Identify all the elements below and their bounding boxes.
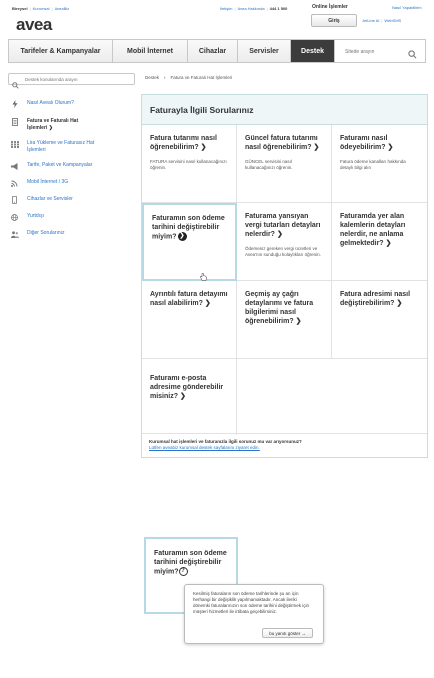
search-icon[interactable] (408, 46, 417, 64)
globe-icon (10, 213, 19, 221)
nav-servisler[interactable]: Servisler (238, 40, 291, 62)
faq-item[interactable]: Fatura tutarımı nasıl öğrenebilirim? ❯ FA… (142, 125, 237, 203)
document-icon (10, 118, 19, 126)
chevron-right-icon: ❯ (204, 300, 211, 307)
link-websms[interactable]: WebSMS (384, 18, 401, 23)
sidebar-item-diger[interactable]: Diğer Sorularınız (10, 230, 138, 238)
faq-item[interactable]: Ayrıntılı fatura detayımı nasıl alabilir… (142, 281, 237, 359)
link-iletisim[interactable]: İletişim (220, 6, 232, 11)
tooltip-text: Kesilmiş faturaların son ödeme tarihleri… (193, 591, 310, 614)
people-icon (10, 230, 19, 238)
signal-icon (10, 179, 19, 187)
phone-number: 444 1 500 (269, 6, 288, 11)
faq-item[interactable]: Fatura adresimi nasıl değiştirebilirim? ❯ (332, 281, 427, 359)
breadcrumb-destek[interactable]: Destek (145, 75, 159, 80)
show-answer-button[interactable]: bu yanıtı göster → (262, 628, 313, 638)
nav-cihazlar[interactable]: Cihazlar (188, 40, 238, 62)
faq-item-highlighted[interactable]: Faturamın son ödeme tarihini değiştirebi… (142, 203, 237, 281)
chevron-right-icon: ❯ (396, 300, 403, 307)
sidebar-item-lira-yukleme[interactable]: Lira Yükleme ve Faturasız Hat İşlemleri (10, 140, 138, 154)
corporate-links: İletişim | Avea Hakkında | 444 1 500 (220, 6, 288, 11)
faq-title: Faturayla İlgili Sorularınız (142, 95, 427, 125)
chevron-right-icon: ❯ (276, 231, 283, 238)
sidebar-item-cihazlar[interactable]: Cihazlar ve Servisler (10, 196, 138, 204)
aveabiz-link[interactable]: Lütfen aveabiz kurumsal destek sayfaları… (149, 445, 420, 450)
nav-tarifeler[interactable]: Tarifeler & Kampanyalar (9, 40, 113, 62)
support-search-input[interactable] (25, 74, 133, 84)
chevron-right-icon: ❯ (295, 318, 302, 325)
faq-item[interactable]: Faturamı nasıl ödeyebilirim? ❯ Fatura öde… (332, 125, 427, 203)
link-avea-hakkinda[interactable]: Avea Hakkında (238, 6, 265, 11)
support-search (8, 73, 135, 89)
faq-item[interactable]: Güncel fatura tutarımı nasıl öğrenebilir… (237, 125, 332, 203)
chevron-right-icon: ❯ (385, 240, 392, 247)
sidebar-item-nasil-avealı[interactable]: Nasıl Avealı Olurum? (10, 100, 138, 108)
main-nav: Tarifeler & Kampanyalar Mobil İnternet C… (8, 39, 426, 63)
service-links: JetLine Al | WebSMS (362, 18, 402, 23)
avea-logo[interactable]: avea (16, 15, 52, 35)
question-icon[interactable]: ❯ (177, 232, 187, 241)
search-icon[interactable] (12, 76, 19, 94)
breadcrumb: Destek › Fatura ve Faturalı Hat İşlemleri (145, 75, 232, 80)
grid-icon (10, 140, 19, 148)
site-search (335, 40, 425, 64)
nav-destek[interactable]: Destek (291, 40, 335, 62)
segment-links: Bireysel | Kurumsal | AveaBiz (12, 6, 70, 11)
faq-item[interactable]: Geçmiş ay çağrı detaylarımı ve fatura bi… (237, 281, 332, 359)
login-button[interactable]: Giriş (311, 14, 357, 27)
breadcrumb-current: Fatura ve Faturalı Hat İşlemleri (170, 75, 233, 80)
link-kurumsal[interactable]: Kurumsal (33, 6, 50, 11)
corporate-question: Kurumsal hat işlemleri ve faturanızla il… (149, 439, 302, 444)
sidebar-item-mobil-internet[interactable]: Mobil İnternet / 3G (10, 179, 138, 187)
chevron-right-icon: ❯ (313, 144, 320, 151)
link-aveabiz[interactable]: AveaBiz (55, 6, 70, 11)
lightning-icon (10, 100, 19, 108)
top-bar: Bireysel | Kurumsal | AveaBiz avea İletişim |… (0, 0, 434, 36)
online-title: Online İşlemler (312, 4, 348, 10)
link-jetline[interactable]: JetLine Al (362, 18, 379, 23)
faq-panel: Faturayla İlgili Sorularınız Fatura tuta… (141, 94, 428, 458)
chevron-right-icon: ❯ (387, 144, 394, 151)
phone-icon (10, 196, 19, 204)
megaphone-icon (10, 162, 19, 170)
chevron-right-icon: ❯ (48, 125, 53, 131)
faq-item[interactable]: Faturamda yer alan kalemlerin detayları … (332, 203, 427, 281)
chevron-right-icon: ❯ (200, 144, 207, 151)
faq-footer: Kurumsal hat işlemleri ve faturanızla il… (142, 433, 427, 457)
link-bireysel[interactable]: Bireysel (12, 6, 28, 11)
chevron-right-icon: › (164, 75, 166, 80)
faq-item[interactable]: Faturama yansıyan vergi tutarları detayl… (237, 203, 332, 281)
nav-mobil-internet[interactable]: Mobil İnternet (113, 40, 188, 62)
answer-tooltip: Kesilmiş faturaların son ödeme tarihleri… (184, 584, 324, 644)
sidebar-item-tarife[interactable]: Tarife, Paket ve Kampanyalar (10, 162, 138, 170)
chevron-right-icon: ❯ (180, 393, 186, 400)
help-link[interactable]: Nasıl Yapabilirim (392, 5, 422, 10)
faq-item[interactable]: Faturamı e-posta adresime gönderebilir m… (142, 359, 237, 435)
sidebar-item-fatura[interactable]: Fatura ve Faturalı Hat İşlemleri ❯ (10, 118, 138, 132)
support-topics: Nasıl Avealı Olurum? Fatura ve Faturalı … (10, 100, 138, 238)
question-icon[interactable]: ? (178, 567, 188, 576)
sidebar-item-yurtdisi[interactable]: Yurtdışı (10, 213, 138, 221)
